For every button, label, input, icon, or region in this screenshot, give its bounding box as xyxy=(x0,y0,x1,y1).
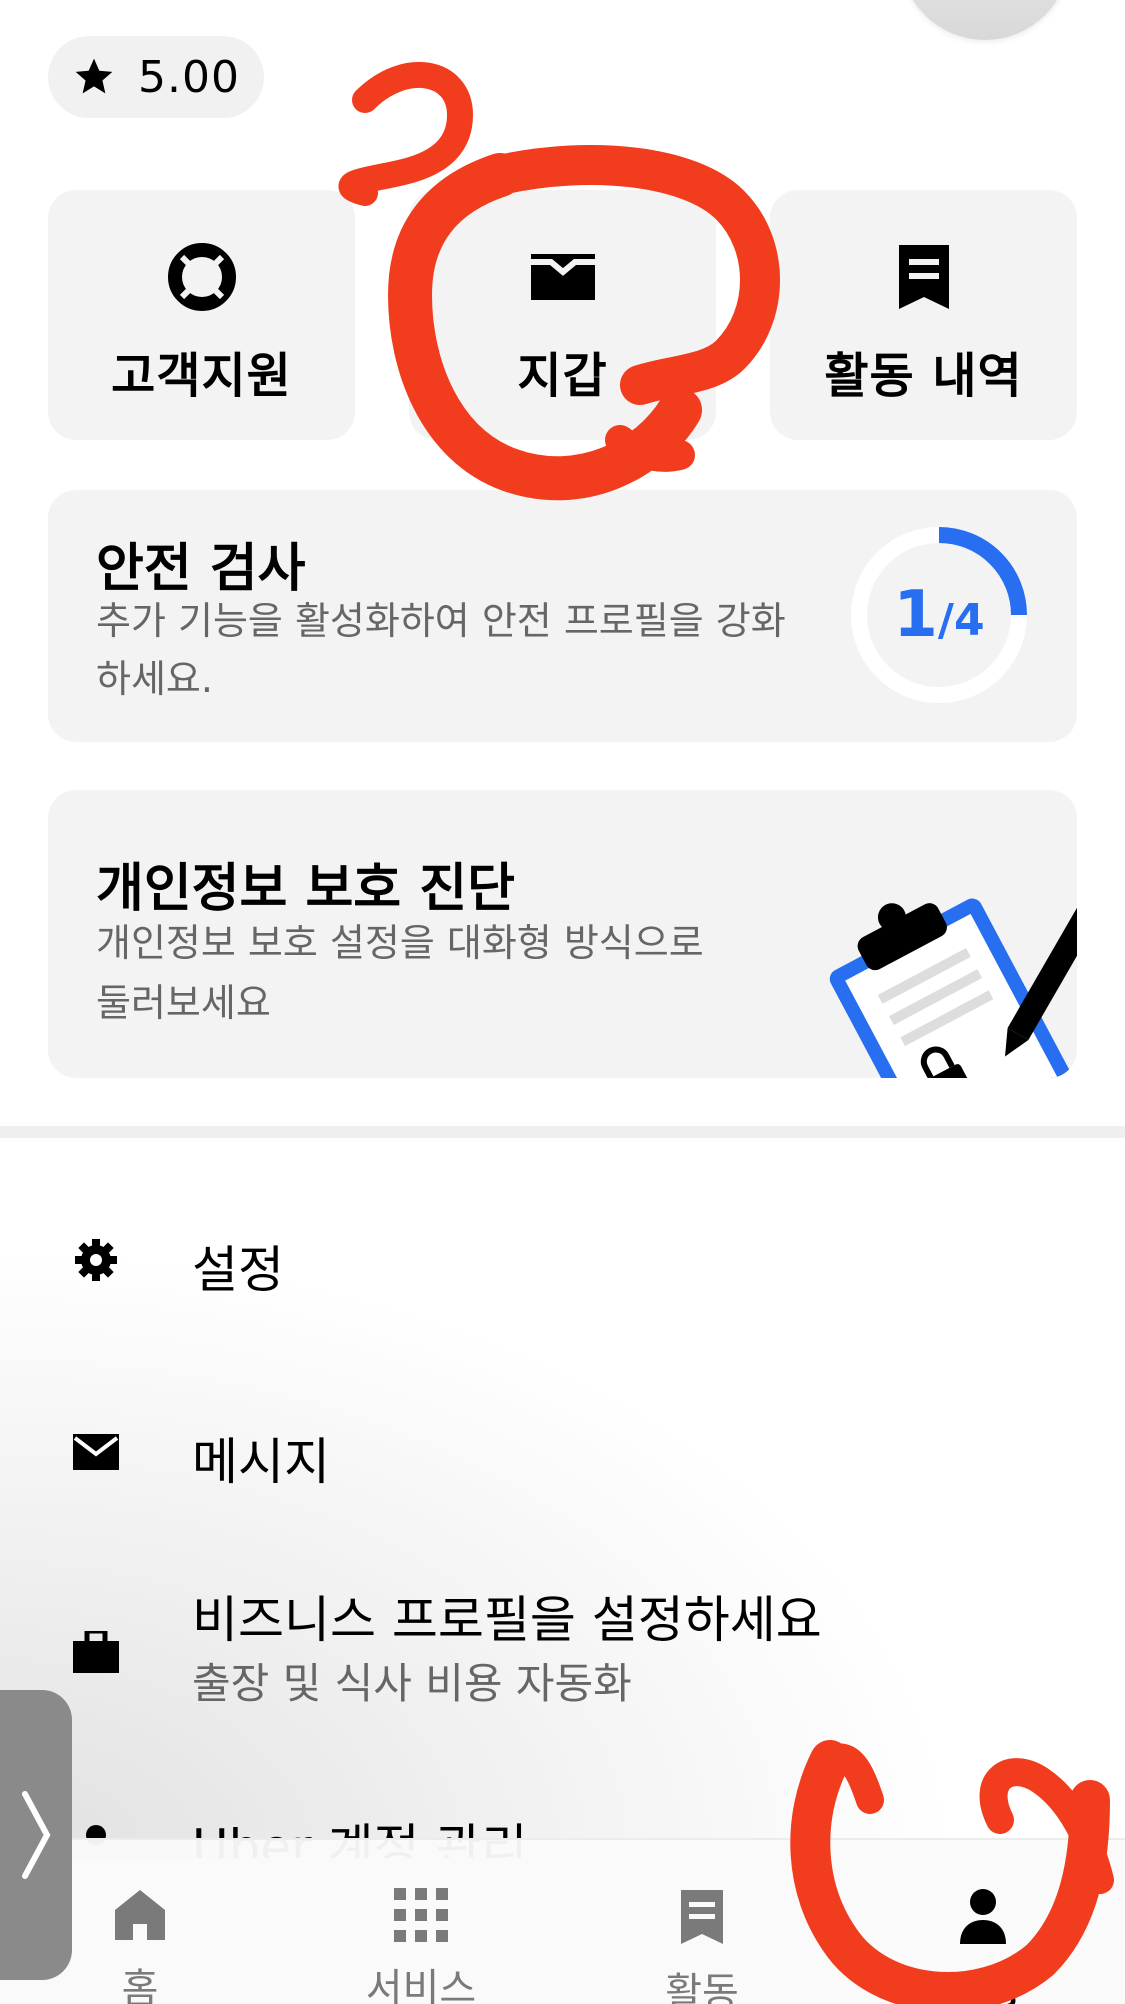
tab-services-label: 서비스 xyxy=(365,1966,477,2004)
tab-home-label: 홈 xyxy=(121,1966,159,2004)
progress-denominator: /4 xyxy=(937,594,985,646)
envelope-icon xyxy=(70,1426,122,1478)
menu-item-business-profile[interactable]: 비즈니스 프로필을 설정하세요 출장 및 식사 비용 자동화 xyxy=(0,1570,1125,1720)
gear-icon xyxy=(70,1234,122,1286)
privacy-checkup-card[interactable]: 개인정보 보호 진단 개인정보 보호 설정을 대화형 방식으로 둘러보세요 xyxy=(48,790,1077,1078)
privacy-checkup-title: 개인정보 보호 진단 xyxy=(96,859,515,919)
wallet-tile[interactable]: 지갑 xyxy=(409,190,716,440)
tab-account-label: 계정 xyxy=(946,1968,1020,2004)
activity-history-tile[interactable]: 활동 내역 xyxy=(770,190,1077,440)
wallet-label: 지갑 xyxy=(517,348,608,404)
business-profile-sublabel: 출장 및 식사 비용 자동화 xyxy=(192,1659,632,1708)
person-icon xyxy=(954,1888,1012,1944)
briefcase-icon xyxy=(70,1626,122,1678)
privacy-checkup-description-line2: 둘러보세요 xyxy=(96,981,271,1025)
tab-services[interactable]: 서비스 xyxy=(281,1840,561,2004)
activity-history-label: 활동 내역 xyxy=(824,348,1023,404)
side-drawer-handle[interactable] xyxy=(0,1690,72,1980)
rating-badge: 5.00 xyxy=(48,36,264,118)
progress-numerator: 1 xyxy=(893,578,938,652)
privacy-checkup-description-line1: 개인정보 보호 설정을 대화형 방식으로 xyxy=(96,921,704,965)
safety-check-card[interactable]: 안전 검사 추가 기능을 활성화하여 안전 프로필을 강화 하세요. 1 /4 xyxy=(48,490,1077,742)
tab-activity-label: 활동 xyxy=(665,1970,739,2004)
star-icon xyxy=(75,58,113,94)
avatar[interactable] xyxy=(900,0,1070,40)
safety-check-description-line2: 하세요. xyxy=(96,657,213,701)
rating-value: 5.00 xyxy=(138,51,240,103)
menu-item-messages[interactable]: 메시지 xyxy=(0,1392,1125,1512)
home-icon xyxy=(111,1888,169,1942)
wallet-icon xyxy=(526,240,600,314)
chevron-right-icon xyxy=(22,1791,51,1879)
business-profile-label: 비즈니스 프로필을 설정하세요 xyxy=(192,1591,822,1649)
section-divider xyxy=(0,1126,1125,1138)
tab-activity[interactable]: 활동 xyxy=(562,1840,842,2004)
settings-label: 설정 xyxy=(192,1241,284,1299)
clipboard-lock-icon xyxy=(829,898,1077,1078)
support-tile[interactable]: 고객지원 xyxy=(48,190,355,440)
support-label: 고객지원 xyxy=(111,348,292,404)
receipt-icon xyxy=(673,1888,731,1946)
tab-account[interactable]: 계정 xyxy=(843,1840,1123,2004)
menu-item-settings[interactable]: 설정 xyxy=(0,1200,1125,1320)
receipt-icon xyxy=(887,240,961,314)
safety-progress-ring: 1 /4 xyxy=(846,522,1032,708)
bottom-navigation: 홈 서비스 활동 계정 xyxy=(0,1838,1125,2004)
lifebuoy-icon xyxy=(165,240,239,314)
messages-label: 메시지 xyxy=(192,1433,330,1491)
safety-check-description-line1: 추가 기능을 활성화하여 안전 프로필을 강화 xyxy=(96,599,786,643)
safety-check-title: 안전 검사 xyxy=(96,539,306,599)
grid-icon xyxy=(392,1888,450,1942)
